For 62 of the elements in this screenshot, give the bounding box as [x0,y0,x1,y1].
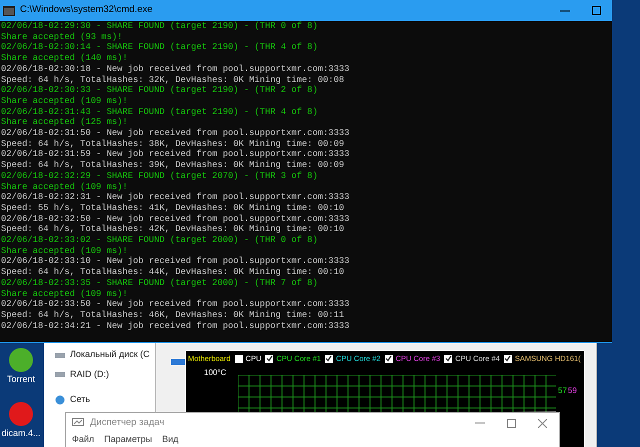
console-line: 02/06/18-02:33:02 - SHARE FOUND (target 2000) - (THR 0 of 8) [1,235,319,246]
console-line: Share accepted (140 ms)! [1,53,129,64]
axis-label: 100°C [204,367,226,379]
console-line: 02/06/18-02:31:59 - New job received from pool.supportxmr.com:3333 [1,149,350,160]
checkbox[interactable] [504,354,512,362]
icon-label: dicam.4... [1,426,40,440]
app-icon[interactable] [8,347,34,373]
window-title: Диспетчер задач [90,416,164,430]
console-line: 02/06/18-02:34:21 - New job received from pool.supportxmr.com:3333 [1,320,350,332]
maximize-icon[interactable] [592,6,601,15]
console-line: Speed: 64 h/s, TotalHashes: 42K, DevHashes: 0K Mining time: 00:10 [1,224,346,236]
console-line: 02/06/18-02:32:29 - SHARE FOUND (target 2070) - (THR 3 of 8) [1,170,319,182]
checkbox[interactable] [324,354,333,362]
temperature-reading: 59 [568,385,577,397]
nav-item[interactable]: Сеть [70,393,90,406]
console-line: Share accepted (109 ms)! [1,288,129,300]
check-icon [266,355,273,362]
console-line: Speed: 64 h/s, TotalHashes: 32K, DevHashes: 0K Mining time: 00:08 [1,74,346,86]
console-line: Speed: 64 h/s, TotalHashes: 38K, DevHashes: 0K Mining time: 00:09 [1,138,346,150]
console-line: Speed: 64 h/s, TotalHashes: 39K, DevHashes: 0K Mining time: 00:09 [1,160,346,171]
console-line: Speed: 64 h/s, TotalHashes: 46K, DevHashes: 0K Mining time: 00:11 [1,310,346,321]
menu-item[interactable]: Параметры [104,433,152,446]
window-title: C:\Windows\system32\cmd.exe [20,3,153,18]
console-line: Share accepted (109 ms)! [1,96,129,107]
console-line: Share accepted (109 ms)! [1,182,129,192]
console-line: 02/06/18-02:33:35 - SHARE FOUND (target 2000) - (THR 7 of 8) [1,278,319,289]
check-icon [325,355,332,362]
check-icon [444,355,452,362]
console-line: Speed: 64 h/s, TotalHashes: 44K, DevHashes: 0K Mining time: 00:10 [1,267,346,278]
console-line: 02/06/18-02:31:50 - New job received from pool.supportxmr.com:3333 [1,128,350,139]
checkbox[interactable] [234,354,243,362]
console-line: Share accepted (109 ms)! [1,246,129,256]
drive-icon [54,369,66,380]
close-icon[interactable] [538,418,547,428]
console-line: 02/06/18-02:30:18 - New job received from pool.supportxmr.com:3333 [1,64,350,75]
monitor-icon [72,418,84,428]
checkbox[interactable] [384,354,393,362]
console-line: 02/06/18-02:31:43 - SHARE FOUND (target 2190) - (THR 4 of 8) [1,106,319,118]
temperature-reading: 57 [558,385,567,397]
check-icon [504,355,512,362]
check-icon [385,355,392,362]
checkbox[interactable] [444,354,452,362]
nav-item[interactable]: Локальный диск (С [70,348,150,362]
maximize-icon[interactable] [507,418,516,428]
list-selection [171,359,185,365]
console-line: Share accepted (93 ms)! [1,32,124,42]
console-icon [3,6,15,16]
console-line: 02/06/18-02:30:14 - SHARE FOUND (target 2190) - (THR 4 of 8) [1,42,319,54]
console-line: Share accepted (125 ms)! [1,117,129,128]
icon-label: Torrent [6,373,35,386]
network-icon [54,394,66,405]
console-line: 02/06/18-02:32:31 - New job received from pool.supportxmr.com:3333 [1,192,350,203]
menu-item[interactable]: Файл [72,433,94,446]
checkbox[interactable] [265,354,274,362]
console-line: 02/06/18-02:32:50 - New job received from pool.supportxmr.com:3333 [1,214,350,224]
menu-item[interactable]: Вид [162,433,178,446]
console-line: 02/06/18-02:30:33 - SHARE FOUND (target 2190) - (THR 2 of 8) [1,85,319,96]
console-line: 02/06/18-02:33:50 - New job received from pool.supportxmr.com:3333 [1,299,350,310]
console-line: 02/06/18-02:29:30 - SHARE FOUND (target 2190) - (THR 0 of 8) [1,21,319,32]
console-line: Speed: 55 h/s, TotalHashes: 41K, DevHashes: 0K Mining time: 00:10 [1,202,346,214]
console-line: 02/06/18-02:33:10 - New job received from pool.supportxmr.com:3333 [1,256,350,268]
nav-item[interactable]: RAID (D:) [70,368,109,381]
